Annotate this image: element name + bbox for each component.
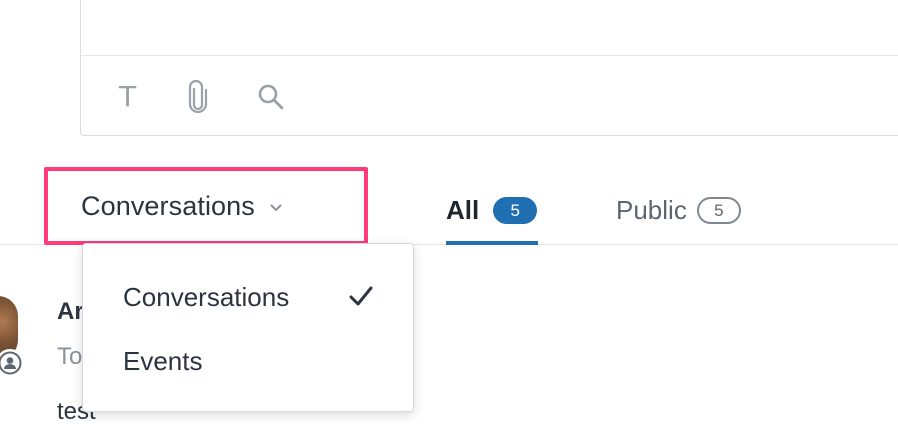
tab-public-count-badge: 5 (696, 197, 741, 224)
checkmark-icon (349, 286, 373, 306)
conversation-filter-dropdown[interactable]: Conversations (44, 167, 368, 245)
filter-selected-label: Conversations (81, 190, 255, 221)
text-format-icon: T (119, 80, 137, 113)
contact-badge (0, 349, 24, 377)
composer-divider (81, 55, 898, 56)
composer-toolbar: T (117, 79, 327, 115)
message-author[interactable]: Ar (57, 298, 84, 326)
tab-all-count-badge: 5 (493, 197, 538, 224)
search-button[interactable] (257, 79, 327, 115)
attach-file-button[interactable] (187, 79, 257, 115)
filter-menu: Conversations Events (82, 243, 414, 412)
menu-item-conversations[interactable]: Conversations (83, 269, 413, 325)
tab-public-label: Public (616, 195, 687, 225)
paperclip-icon (188, 80, 208, 114)
search-icon (258, 84, 284, 110)
message-composer[interactable]: T (80, 0, 898, 136)
tab-all[interactable]: All 5 (446, 188, 538, 245)
chevron-down-icon (270, 204, 282, 212)
user-icon (0, 351, 22, 375)
menu-item-events[interactable]: Events (83, 333, 413, 389)
tab-all-label: All (446, 195, 480, 225)
tab-public[interactable]: Public 5 (616, 188, 741, 245)
text-format-button[interactable]: T (117, 79, 187, 115)
menu-item-label: Events (123, 345, 203, 376)
menu-item-label: Conversations (123, 281, 290, 312)
message-recipients: To (57, 343, 83, 370)
